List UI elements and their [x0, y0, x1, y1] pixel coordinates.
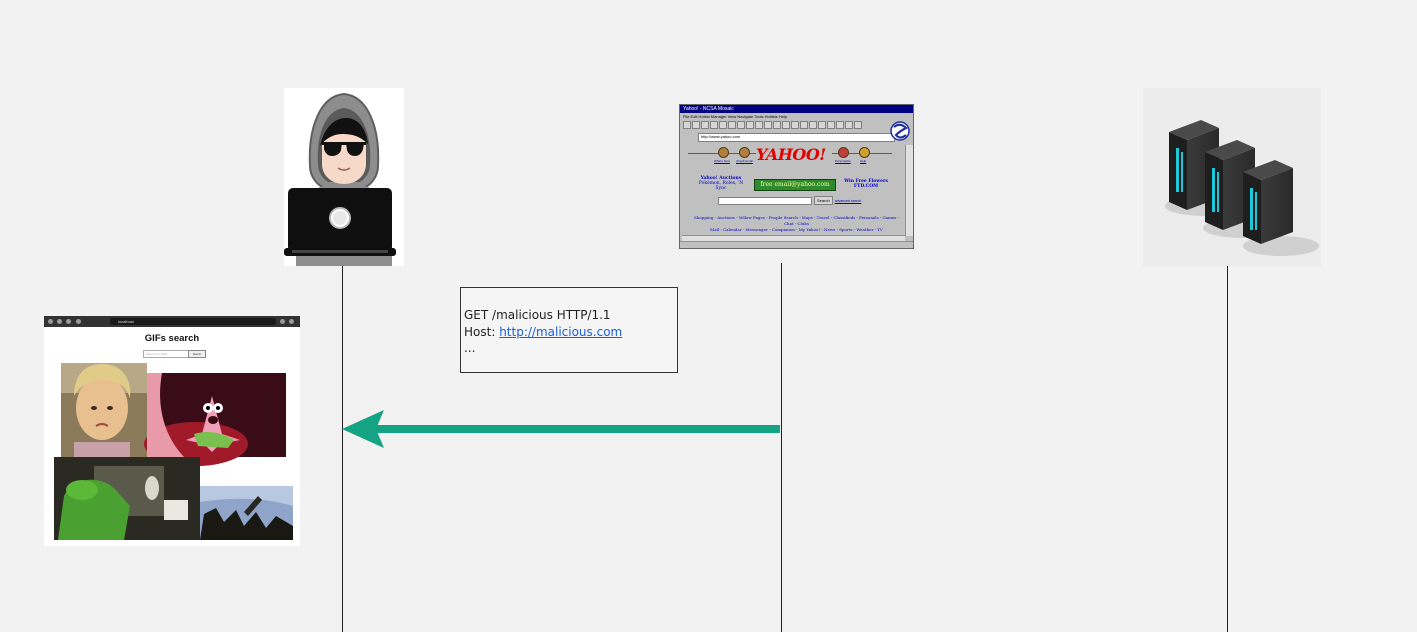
check-email-icon [739, 147, 750, 158]
browser-toolbar [680, 120, 913, 132]
flowers-promo: Win Free Flowers FTD.COM [844, 179, 888, 189]
hacker-laptop-icon [284, 88, 404, 266]
browser-content: What's New Check Email Personalize Help … [682, 145, 905, 236]
yahoo-logo: YAHOO! [756, 145, 826, 164]
browser-url-bar: http://www.yahoo.com [698, 133, 895, 142]
personalize-icon [838, 147, 849, 158]
browser-status-bar [680, 241, 913, 248]
advanced-search-link: advanced search [834, 198, 862, 203]
server-lifeline [1227, 266, 1228, 632]
ellipsis-line: ... [464, 341, 476, 355]
retro-browser-screenshot: Yahoo! - NCSA Mosaic File Edit Hotlist M… [679, 104, 914, 249]
gif-thumbnail-patrick [144, 373, 286, 466]
http-request-note: GET /malicious HTTP/1.1 Host: http://mal… [460, 287, 678, 373]
host-line: Host: http://malicious.com [464, 324, 623, 339]
gif-thumbnail-girl [61, 363, 147, 457]
mosaic-logo-icon [890, 121, 910, 141]
yahoo-search-row: Search advanced search [718, 196, 861, 205]
help-icon [859, 147, 870, 158]
nav-label: What's New [714, 159, 730, 163]
auctions-promo: Yahoo! Auctions Pokémon, Rolex, 'N Sync [698, 176, 744, 191]
email-promo: free email@yahoo.com [754, 179, 836, 191]
yahoo-search-box [718, 196, 812, 205]
gif-search-screenshot: localhost GIFs search Search for GIFs Ge… [44, 316, 300, 546]
browser-menu-bar: File Edit Hotlist Manager View Navigate … [683, 114, 788, 119]
response-arrow [342, 410, 780, 448]
gif-thumbnail-battle [200, 486, 293, 540]
whats-new-icon [718, 147, 729, 158]
nav-label: Check Email [736, 159, 753, 163]
nav-label: Personalize [835, 159, 851, 163]
yahoo-links-line1: Shopping - Auctions - Yellow Pages - Peo… [694, 215, 899, 226]
server-racks-icon [1143, 88, 1321, 266]
yahoo-links-line2: Mail - Calendar - Messenger - Companion … [710, 227, 883, 232]
browser-window-title: Yahoo! - NCSA Mosaic [680, 105, 913, 113]
browser-vertical-scrollbar [905, 145, 913, 236]
malicious-host-link[interactable]: http://malicious.com [499, 325, 622, 339]
gif-thumbnail-kermit [54, 457, 200, 540]
yahoo-search-button: Search [814, 196, 833, 205]
nav-label: Help [860, 159, 867, 163]
request-line: GET /malicious HTTP/1.1 [464, 308, 611, 322]
